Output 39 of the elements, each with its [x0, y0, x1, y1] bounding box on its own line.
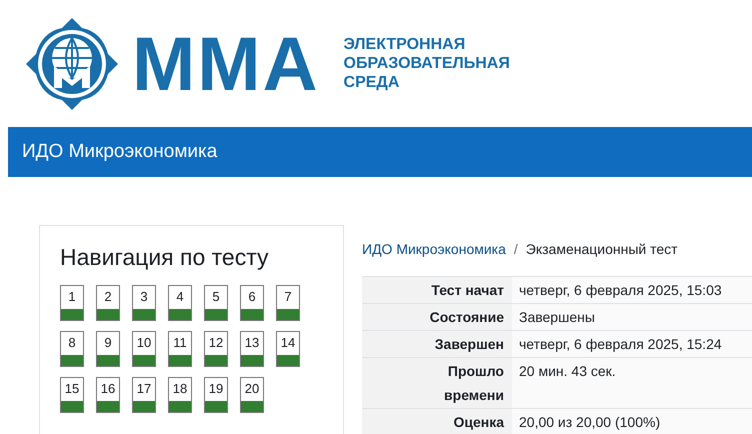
- question-button[interactable]: 8: [60, 331, 84, 367]
- question-button[interactable]: 7: [276, 285, 300, 321]
- row-value: Завершены: [512, 304, 752, 331]
- question-button[interactable]: 12: [204, 331, 228, 367]
- logo-subtitle-line: ОБРАЗОВАТЕЛЬНАЯ: [344, 54, 510, 73]
- row-label: Тест начат: [430, 281, 505, 300]
- row-label: Состояние: [428, 308, 505, 327]
- logo-subtitle-line: СРЕДА: [344, 73, 400, 92]
- question-button[interactable]: 17: [132, 377, 156, 413]
- question-button[interactable]: 19: [204, 377, 228, 413]
- row-label: Прошло времени: [443, 362, 505, 405]
- question-button[interactable]: 15: [60, 377, 84, 413]
- logo-subtitle-line: ЭЛЕКТРОННАЯ: [344, 35, 466, 54]
- question-button[interactable]: 13: [240, 331, 264, 367]
- panel-title: Навигация по тесту: [60, 244, 270, 271]
- question-button[interactable]: 2: [96, 285, 120, 321]
- question-button[interactable]: 9: [96, 331, 120, 367]
- row-value: 20,00 из 20,00 (100%): [512, 409, 752, 434]
- breadcrumb-link[interactable]: ИДО Микроэкономика: [362, 241, 506, 257]
- logo-wordmark: ММА: [132, 26, 320, 102]
- question-button[interactable]: 4: [168, 285, 192, 321]
- question-button[interactable]: 3: [132, 285, 156, 321]
- breadcrumb-separator: /: [514, 241, 518, 257]
- question-button[interactable]: 6: [240, 285, 264, 321]
- course-title: ИДО Микроэкономика: [22, 141, 218, 163]
- question-button[interactable]: 1: [60, 285, 84, 321]
- row-label: Оценка: [452, 413, 506, 432]
- question-button[interactable]: 20: [240, 377, 264, 413]
- row-value: 20 мин. 43 сек.: [512, 358, 752, 409]
- question-button[interactable]: 16: [96, 377, 120, 413]
- question-button[interactable]: 11: [168, 331, 192, 367]
- question-button[interactable]: 10: [132, 331, 156, 367]
- question-button[interactable]: 14: [276, 331, 300, 367]
- row-label: Завершен: [434, 335, 505, 354]
- question-button[interactable]: 18: [168, 377, 192, 413]
- breadcrumb-current: Экзаменационный тест: [526, 241, 678, 257]
- row-value: четверг, 6 февраля 2025, 15:03: [512, 277, 752, 304]
- row-value: четверг, 6 февраля 2025, 15:24: [512, 331, 752, 358]
- question-button[interactable]: 5: [204, 285, 228, 321]
